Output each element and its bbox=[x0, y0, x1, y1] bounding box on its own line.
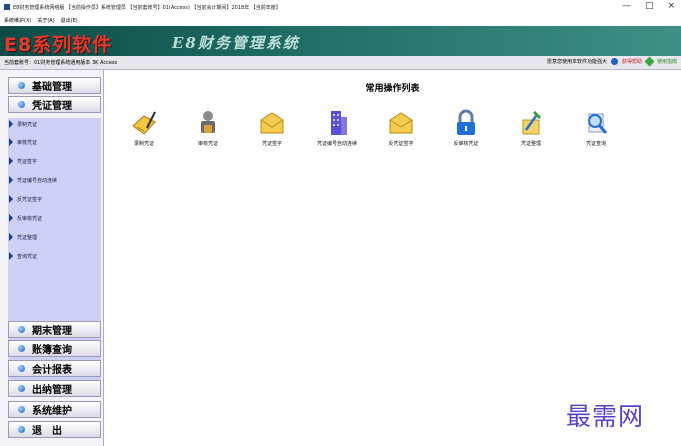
arrow-right-icon bbox=[9, 252, 13, 260]
magnifier-icon bbox=[588, 113, 608, 134]
tool-label: 审核凭证 bbox=[197, 141, 218, 147]
account-info: 当前套账号：01财务管理系统通用版本 3K Access bbox=[4, 60, 118, 66]
sidebar-cat-reports[interactable]: 会计报表 bbox=[8, 360, 101, 377]
pen-paper-icon bbox=[132, 111, 156, 135]
sidebar-cat-label: 基础管理 bbox=[32, 82, 72, 93]
sidebar-item-unaudit-voucher[interactable]: 反审核凭证 bbox=[8, 212, 42, 224]
maximize-button[interactable]: □ bbox=[645, 1, 654, 11]
tool-unaudit-voucher[interactable]: 反审核凭证 bbox=[436, 108, 496, 147]
menu-about[interactable]: 关于(A) bbox=[37, 17, 54, 24]
sidebar-cat-ledger-query[interactable]: 账簿查询 bbox=[8, 340, 101, 357]
sidebar-item-audit-voucher[interactable]: 审核凭证 bbox=[8, 136, 37, 148]
tool-label: 录制凭证 bbox=[133, 141, 154, 147]
bullet-icon bbox=[18, 385, 25, 392]
bullet-icon bbox=[18, 365, 25, 372]
sidebar-cat-cashier[interactable]: 出纳管理 bbox=[8, 380, 101, 397]
sidebar-cat-period-end[interactable]: 期末管理 bbox=[8, 321, 101, 338]
help-link[interactable]: 获得帮助 bbox=[622, 58, 642, 65]
menu-exit[interactable]: 退出(E) bbox=[61, 17, 78, 24]
sidebar-cat-label: 账簿查询 bbox=[32, 345, 72, 356]
padlock-icon bbox=[457, 109, 475, 135]
sidebar-cat-exit[interactable]: 退 出 bbox=[8, 421, 101, 438]
sidebar-item-label: 反审核凭证 bbox=[17, 215, 43, 222]
arrow-right-icon bbox=[9, 176, 13, 184]
sidebar-cat-voucher[interactable]: 凭证管理 bbox=[8, 96, 101, 113]
tool-unsign-voucher[interactable]: 反凭证签字 bbox=[371, 108, 431, 147]
title-bar: E8财务管理系统网络版 【当前操作员】系统管理员 【当前套账号】01(Acces… bbox=[0, 0, 681, 14]
sidebar-cat-label: 系统维护 bbox=[32, 406, 72, 417]
banner: E8系列软件 E8财务管理系统 bbox=[0, 26, 681, 56]
sidebar-cat-basic[interactable]: 基础管理 bbox=[8, 77, 101, 94]
sidebar-item-query-voucher[interactable]: 查询凭证 bbox=[8, 250, 37, 262]
tool-auto-number[interactable]: 凭证编号自动连续 bbox=[307, 108, 367, 147]
sidebar: 基础管理 凭证管理 录制凭证 审核凭证 凭证签字 凭证编号自动连续 反凭证签字 … bbox=[0, 70, 104, 446]
tool-label: 凭证整理 bbox=[520, 141, 541, 147]
tool-sign-voucher[interactable]: 凭证签字 bbox=[242, 108, 302, 147]
lock-person-icon bbox=[201, 111, 215, 133]
bullet-icon bbox=[18, 326, 25, 333]
guide-link[interactable]: 使用指南 bbox=[657, 58, 677, 65]
sidebar-item-sign-voucher[interactable]: 凭证签字 bbox=[8, 155, 37, 167]
sidebar-item-label: 凭证整理 bbox=[17, 234, 38, 241]
arrow-right-icon bbox=[9, 138, 13, 146]
sidebar-item-record-voucher[interactable]: 录制凭证 bbox=[8, 118, 37, 130]
bullet-icon bbox=[18, 101, 25, 108]
tool-label: 凭证编号自动连续 bbox=[316, 141, 357, 147]
sidebar-cat-label: 会计报表 bbox=[32, 365, 72, 376]
page-title: 常用操作列表 bbox=[365, 84, 420, 94]
sidebar-item-arrange-voucher[interactable]: 凭证整理 bbox=[8, 231, 37, 243]
app-icon bbox=[4, 4, 10, 10]
sidebar-cat-system[interactable]: 系统维护 bbox=[8, 401, 101, 418]
info-bar: 当前套账号：01财务管理系统通用版本 3K Access 愿意您使用本软件功能强… bbox=[0, 56, 681, 70]
guide-icon bbox=[644, 56, 655, 67]
bullet-icon bbox=[18, 82, 25, 89]
menu-system-maintenance[interactable]: 系统维护(X) bbox=[4, 17, 31, 24]
tool-query-voucher[interactable]: 凭证查询 bbox=[566, 108, 626, 147]
close-button[interactable]: × bbox=[667, 1, 675, 11]
system-title: E8财务管理系统 bbox=[172, 34, 300, 52]
arrow-right-icon bbox=[9, 120, 13, 128]
welcome-text: 愿意您使用本软件功能强大 bbox=[546, 59, 607, 65]
sidebar-cat-label: 出纳管理 bbox=[32, 385, 72, 396]
minimize-button[interactable]: — bbox=[622, 1, 631, 11]
arrow-right-icon bbox=[9, 233, 13, 241]
building-icon bbox=[331, 111, 347, 135]
sidebar-cat-label: 退 出 bbox=[32, 426, 62, 437]
envelope-icon bbox=[260, 112, 284, 134]
sidebar-item-label: 录制凭证 bbox=[17, 121, 38, 128]
sidebar-item-label: 审核凭证 bbox=[17, 139, 38, 146]
sidebar-item-auto-number[interactable]: 凭证编号自动连续 bbox=[8, 174, 57, 186]
bullet-icon bbox=[18, 426, 25, 433]
help-icon bbox=[610, 58, 618, 65]
window-title: E8财务管理系统网络版 【当前操作员】系统管理员 【当前套账号】01(Acces… bbox=[13, 4, 281, 11]
tool-label: 凭证签字 bbox=[261, 141, 282, 147]
arrow-right-icon bbox=[9, 214, 13, 222]
sidebar-item-label: 查询凭证 bbox=[17, 253, 38, 260]
bullet-icon bbox=[18, 406, 25, 413]
envelope-icon bbox=[389, 112, 413, 134]
brand-logo: E8系列软件 bbox=[4, 34, 113, 56]
pencil-tools-icon bbox=[522, 110, 542, 135]
window-controls: — □ × bbox=[622, 1, 675, 11]
watermark-text: 最需网 bbox=[566, 402, 645, 431]
menu-bar: 系统维护(X) 关于(A) 退出(E) bbox=[0, 14, 681, 26]
tool-label: 反凭证签字 bbox=[388, 141, 414, 147]
tool-label: 凭证查询 bbox=[585, 141, 606, 147]
sidebar-item-label: 凭证编号自动连续 bbox=[17, 177, 58, 184]
sidebar-cat-label: 期末管理 bbox=[32, 326, 72, 337]
arrow-right-icon bbox=[9, 157, 13, 165]
tool-arrange-voucher[interactable]: 凭证整理 bbox=[501, 108, 561, 147]
sidebar-cat-label: 凭证管理 bbox=[32, 101, 72, 112]
tool-label: 反审核凭证 bbox=[453, 141, 479, 147]
bullet-icon bbox=[18, 345, 25, 352]
arrow-right-icon bbox=[9, 195, 13, 203]
tool-audit-voucher[interactable]: 审核凭证 bbox=[178, 108, 238, 147]
tool-record-voucher[interactable]: 录制凭证 bbox=[114, 108, 174, 147]
sidebar-item-label: 反凭证签字 bbox=[17, 196, 43, 203]
sidebar-item-label: 凭证签字 bbox=[17, 158, 38, 165]
info-bar-right: 愿意您使用本软件功能强大 获得帮助 使用指南 bbox=[546, 56, 677, 67]
sidebar-item-unsign-voucher[interactable]: 反凭证签字 bbox=[8, 193, 42, 205]
